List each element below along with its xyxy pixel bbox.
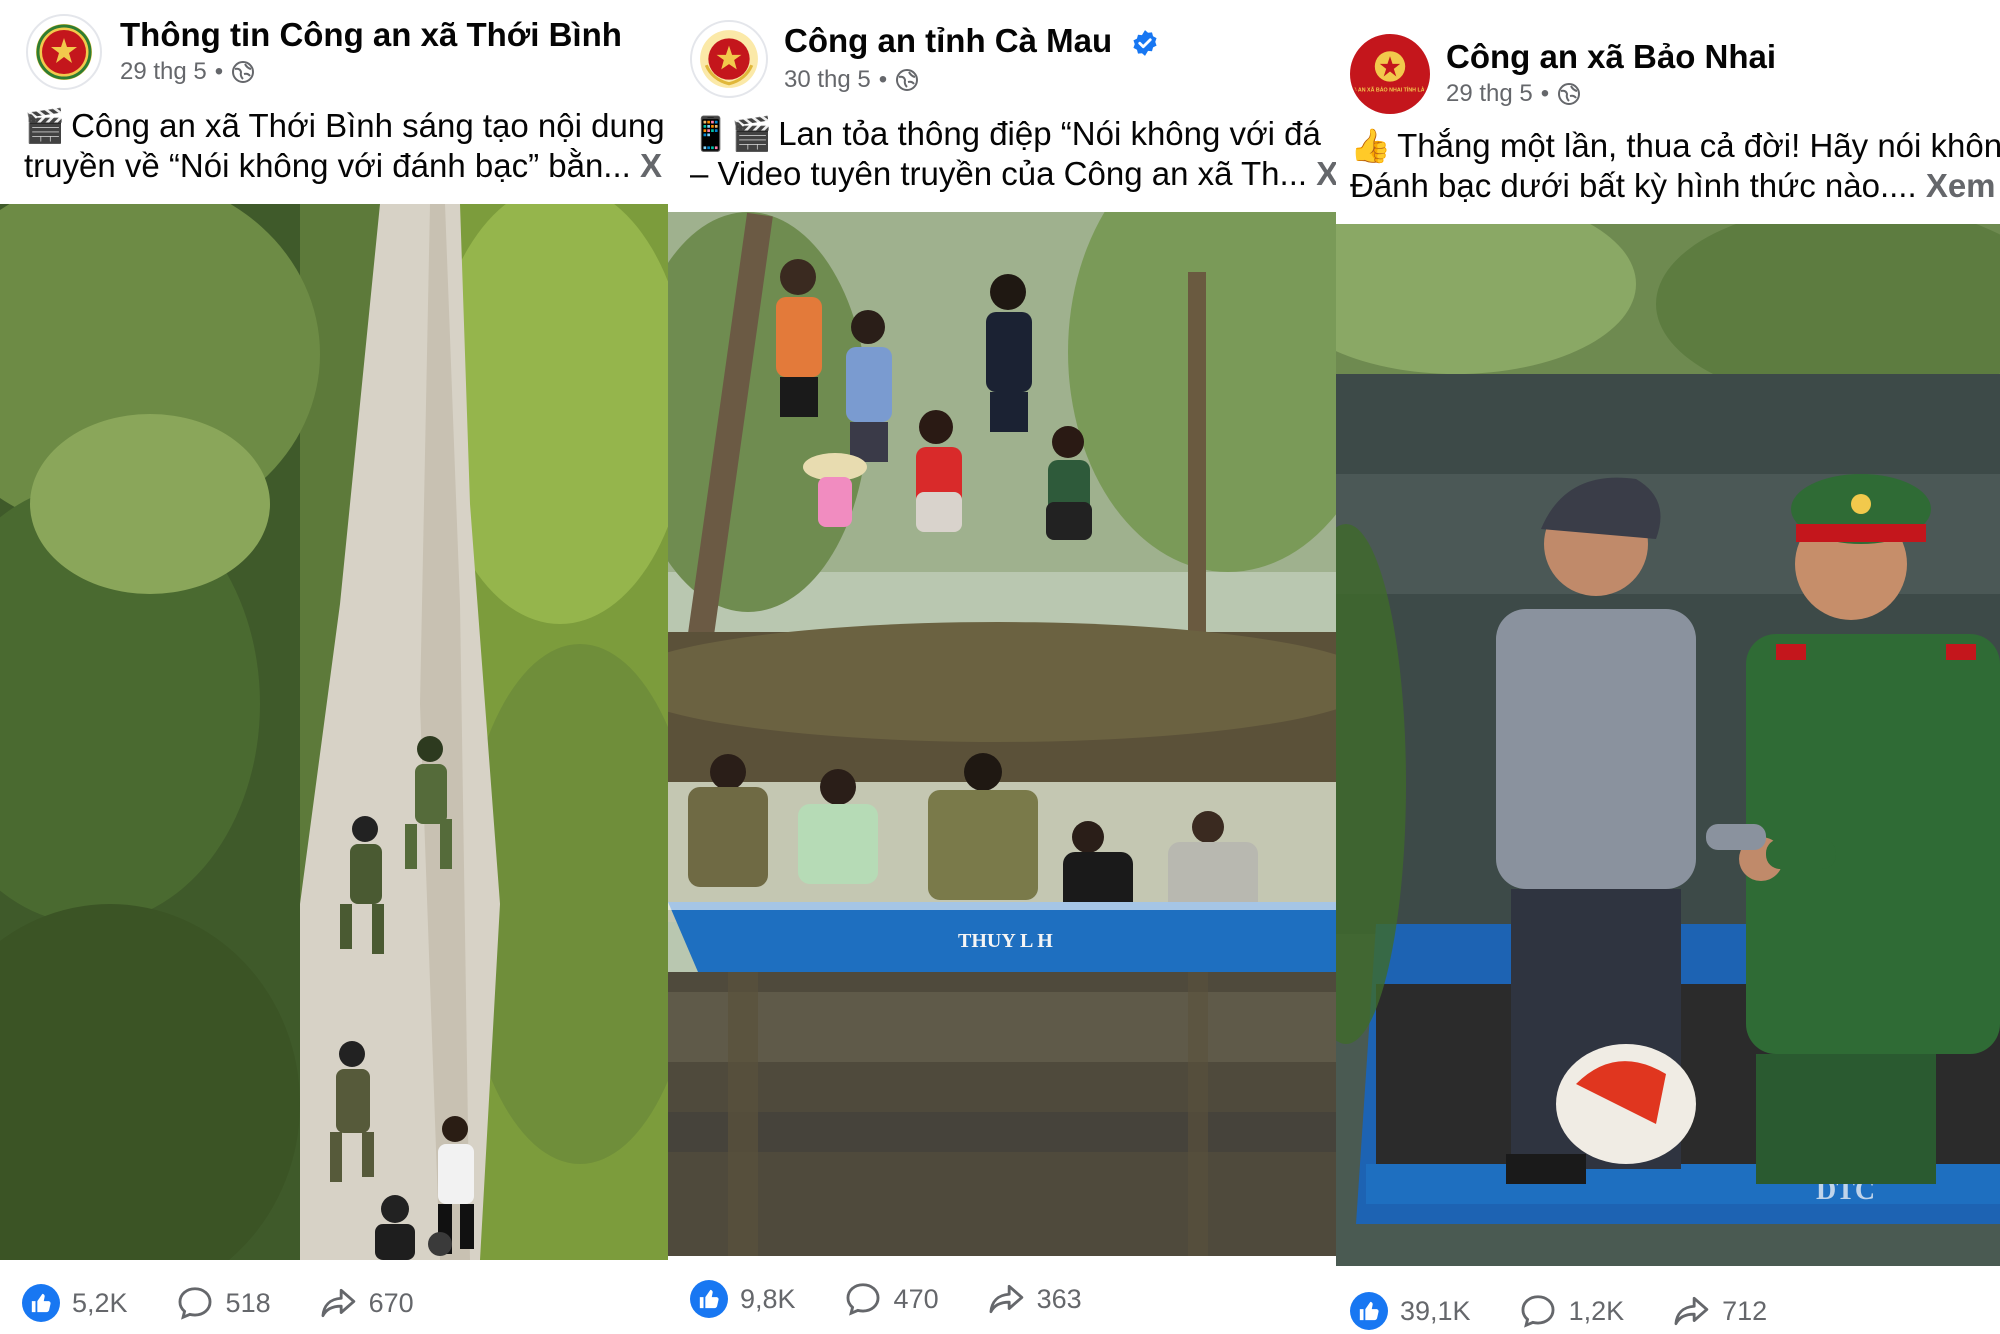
comment-stat[interactable]: 518 [176, 1284, 271, 1322]
avatar-text: CÔNG AN XÃ BẢO NHAI TỈNH LÀO CAI [1352, 86, 1428, 94]
post-meta: 29 thg 5 • [120, 58, 255, 86]
share-icon [989, 1284, 1023, 1314]
post-actions: 5,2K 518 670 [0, 1268, 668, 1334]
comment-stat[interactable]: 470 [844, 1280, 939, 1318]
share-count: 363 [1036, 1283, 1082, 1314]
like-icon [1350, 1292, 1388, 1330]
like-stat[interactable]: 9,8K [690, 1280, 796, 1318]
comment-icon [178, 1287, 212, 1320]
post-video[interactable]: DTC [1336, 224, 2000, 1266]
comment-stat[interactable]: 1,2K [1519, 1292, 1625, 1330]
post-card-2: Công an tỉnh Cà Mau 30 thg 5 • 📱🎬 Lan tỏa… [668, 0, 1336, 1334]
comment-count: 518 [225, 1287, 271, 1318]
police-emblem-icon [36, 24, 92, 80]
post-meta: 29 thg 5 • [1446, 80, 1581, 108]
post-date[interactable]: 29 thg 5 [1446, 80, 1533, 108]
separator-dot: • [1540, 80, 1550, 107]
police-emblem-icon [700, 30, 758, 88]
post-video[interactable] [0, 204, 668, 1260]
author-name-text: Công an tỉnh Cà Mau [784, 22, 1113, 59]
share-icon [1674, 1296, 1709, 1326]
like-stat[interactable]: 5,2K [22, 1284, 128, 1322]
comment-icon [846, 1283, 880, 1316]
author-name[interactable]: Thông tin Công an xã Thới Bình [120, 16, 622, 54]
see-more-link[interactable]: Xem t [1926, 167, 2000, 204]
caption-line-2: truyền về “Nói không với đánh bạc” bằn..… [24, 147, 631, 184]
post-caption: 🎬 Công an xã Thới Bình sáng tạo nội dung … [24, 106, 668, 186]
separator-dot: • [878, 66, 888, 93]
post-date[interactable]: 29 thg 5 [120, 58, 207, 86]
comment-count: 1,2K [1568, 1295, 1625, 1326]
post-date[interactable]: 30 thg 5 [784, 66, 871, 94]
globe-icon [1558, 83, 1581, 105]
boat-label: THUY L H [958, 930, 1053, 952]
share-count: 670 [368, 1287, 414, 1318]
author-avatar[interactable]: CÔNG AN XÃ BẢO NHAI TỈNH LÀO CAI [1350, 34, 1430, 114]
share-icon [321, 1288, 355, 1318]
caption-line-1: Công an xã Thới Bình sáng tạo nội dung [71, 107, 665, 144]
author-avatar[interactable] [690, 20, 768, 98]
caption-line-2: Đánh bạc dưới bất kỳ hình thức nào.... [1350, 167, 1917, 204]
globe-icon [232, 61, 255, 83]
caption-line-1: Lan tỏa thông điệp “Nói không với đá [778, 115, 1321, 152]
post-caption: 👍 Thắng một lần, thua cả đời! Hãy nói khô… [1350, 126, 2000, 206]
author-avatar[interactable] [26, 14, 102, 90]
see-more-link[interactable]: X [1316, 155, 1336, 192]
comment-count: 470 [893, 1283, 939, 1314]
like-count: 9,8K [740, 1283, 796, 1314]
post-actions: 9,8K 470 363 [668, 1264, 1336, 1334]
police-chase-scene-image [0, 204, 668, 1260]
clapper-icon: 🎬 [24, 107, 66, 144]
post-video[interactable]: THUY L H [668, 212, 1336, 1256]
caption-line-2: – Video tuyên truyền của Công an xã Th..… [690, 155, 1308, 192]
separator-dot: • [214, 58, 224, 85]
share-stat[interactable]: 670 [319, 1284, 414, 1322]
post-meta: 30 thg 5 • [784, 66, 919, 94]
post-actions: 39,1K 1,2K 712 [1336, 1276, 2000, 1334]
globe-icon [896, 69, 919, 91]
like-count: 5,2K [72, 1287, 128, 1318]
verified-badge-icon [1133, 30, 1157, 57]
boat-villagers-scene-image: THUY L H [668, 212, 1336, 1256]
post-caption: 📱🎬 Lan tỏa thông điệp “Nói không với đá –… [690, 114, 1336, 194]
like-count: 39,1K [1400, 1295, 1471, 1326]
caption-line-1: Thắng một lần, thua cả đời! Hãy nói khôn [1397, 127, 2000, 164]
phone-clapper-icon: 📱🎬 [690, 115, 773, 152]
post-card-1: Thông tin Công an xã Thới Bình 29 thg 5 … [0, 0, 668, 1334]
share-stat[interactable]: 363 [987, 1280, 1082, 1318]
like-stat[interactable]: 39,1K [1350, 1292, 1471, 1330]
like-icon [22, 1284, 60, 1322]
thumbs-up-icon: 👍 [1350, 127, 1392, 164]
share-count: 712 [1722, 1295, 1768, 1326]
see-more-link[interactable]: X [640, 147, 662, 184]
author-name[interactable]: Công an xã Bảo Nhai [1446, 38, 1776, 76]
like-icon [690, 1280, 728, 1318]
post-card-3: CÔNG AN XÃ BẢO NHAI TỈNH LÀO CAI Công an… [1336, 0, 2000, 1334]
share-stat[interactable]: 712 [1672, 1292, 1767, 1330]
officer-boat-scene-image: DTC [1336, 224, 2000, 1266]
police-emblem-icon: CÔNG AN XÃ BẢO NHAI TỈNH LÀO CAI [1352, 37, 1428, 111]
author-name[interactable]: Công an tỉnh Cà Mau [784, 22, 1159, 60]
comment-icon [1521, 1295, 1555, 1328]
